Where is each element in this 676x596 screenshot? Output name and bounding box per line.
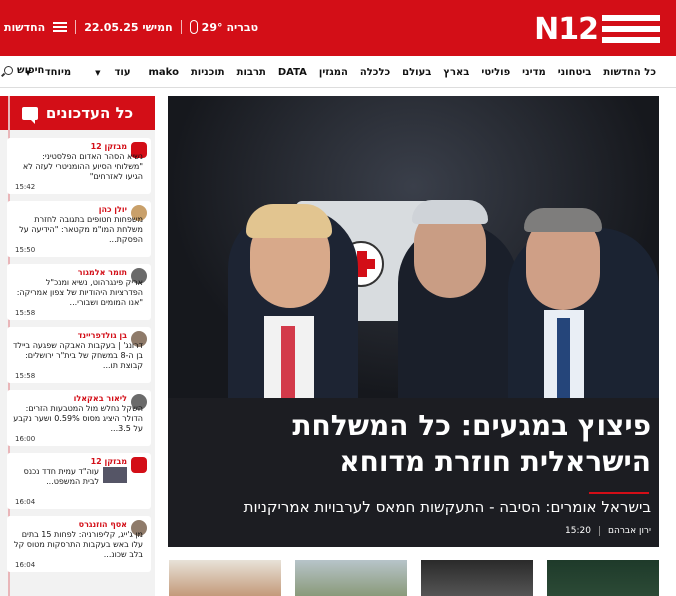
nav-item-security[interactable]: ביטחוני <box>552 67 598 78</box>
hero-meta: ירון אברהם 15:20 <box>565 526 651 536</box>
article-thumbnail[interactable] <box>169 560 281 596</box>
chat-bubble-icon <box>21 106 38 124</box>
update-author: ליאור באקאלו <box>73 394 127 403</box>
menu-button[interactable]: החדשות <box>4 20 68 34</box>
chevron-down-icon: ▼ <box>95 68 101 77</box>
update-text: מן ג'ייג, קליפורניה: לפחות 15 בתים עלו ב… <box>14 530 143 559</box>
update-item[interactable]: תומר אלמגור אריק פינגרהוט, נשיא ומנכ"ל ה… <box>7 264 151 320</box>
logo-text: N12 <box>534 11 599 47</box>
nav-item-more-label: עוד <box>114 66 131 78</box>
top-bar: N12 טבריה 29° חמישי 22.05.25 החדשות <box>0 0 676 56</box>
hero-subtitle: בישראל אומרים: הסיבה - התעקשות חמאס לערב… <box>243 498 651 516</box>
nav-item-world[interactable]: בעולם <box>396 67 437 78</box>
logo-stripes <box>602 15 660 43</box>
sidebar-title: כל העדכונים <box>45 104 134 122</box>
menu-label: החדשות <box>4 20 46 34</box>
update-text: אריק פינגרהוט, נשיא ומנכ"ל הפדרציות היהו… <box>16 278 143 307</box>
update-text: נשיא הסהר האדום הפלסטיני: "משלוחי הסיוע … <box>22 152 143 181</box>
update-text: השקל נחלש מול המטבעות הזרים: הדולר היציג… <box>13 404 143 433</box>
search-label: חיפוש <box>17 65 45 76</box>
hair <box>524 208 602 232</box>
nav-item-all-news[interactable]: כל החדשות <box>597 67 662 78</box>
update-item[interactable]: מבזקן 12 עוה"ד עמית חדד נכנס לבית המשפט.… <box>7 453 151 509</box>
update-author: מבזקן 12 <box>90 457 127 466</box>
site-logo[interactable]: N12 <box>534 11 660 47</box>
updates-sidebar: כל העדכונים מבזקן 12 נשיא הסהר האדום הפל… <box>0 96 155 596</box>
nav-item-israel[interactable]: בארץ <box>437 67 475 78</box>
top-utilities: טבריה 29° חמישי 22.05.25 החדשות <box>4 20 258 34</box>
tie <box>281 326 295 398</box>
hero-author[interactable]: ירון אברהם <box>608 526 651 536</box>
update-time: 16:00 <box>15 435 36 443</box>
nav-item-more[interactable]: עוד ▼ <box>83 67 142 78</box>
hair <box>246 204 332 238</box>
update-time: 15:50 <box>15 246 36 254</box>
weather-widget[interactable]: טבריה 29° <box>189 20 259 34</box>
nav-items: כל החדשות ביטחוני מדיני פוליטי בארץ בעול… <box>13 56 662 88</box>
divider <box>598 526 600 536</box>
avatar <box>131 457 147 473</box>
main-nav: כל החדשות ביטחוני מדיני פוליטי בארץ בעול… <box>0 56 676 88</box>
update-item[interactable]: בן גולדפריינד דרונג' | בעקבות האבקה שפגע… <box>7 327 151 383</box>
update-item[interactable]: ליאור באקאלו השקל נחלש מול המטבעות הזרים… <box>7 390 151 446</box>
article-thumbnail[interactable] <box>295 560 407 596</box>
nav-item-diplomatic[interactable]: מדיני <box>516 67 552 78</box>
current-date: חמישי 22.05.25 <box>84 20 173 34</box>
nav-item-data[interactable]: DATA <box>272 67 313 78</box>
hair <box>412 200 488 224</box>
update-text: עוה"ד עמית חדד נכנס לבית המשפט... <box>23 467 99 486</box>
update-item[interactable]: יולן כהן משפחות חטופים בתגובה לחזרת משלח… <box>7 201 151 257</box>
update-time: 16:04 <box>15 561 36 569</box>
thermometer-icon <box>189 20 198 34</box>
nav-item-economy[interactable]: כלכלה <box>354 67 396 78</box>
update-time: 15:42 <box>15 183 36 191</box>
update-author: אסף הוזנגרס <box>78 520 127 529</box>
update-time: 15:58 <box>15 372 36 380</box>
nav-item-shows[interactable]: תוכניות <box>185 67 231 78</box>
hero-headline[interactable]: פיצוץ במגעים: כל המשלחת הישראלית חוזרת מ… <box>176 408 651 480</box>
hero-time: 15:20 <box>565 526 591 536</box>
video-thumbnail[interactable] <box>103 467 127 483</box>
hero-article[interactable]: פיצוץ במגעים: כל המשלחת הישראלית חוזרת מ… <box>168 96 659 547</box>
update-time: 16:04 <box>15 498 36 506</box>
article-thumbnail[interactable] <box>421 560 533 596</box>
nav-item-political[interactable]: פוליטי <box>475 67 516 78</box>
search-button[interactable]: חיפוש <box>4 65 44 76</box>
weather-temp: 29° <box>201 20 223 34</box>
divider <box>180 20 182 34</box>
article-thumbnail[interactable] <box>547 560 659 596</box>
update-text: דרונג' | בעקבות האבקה שפגעה ביילד בן ה-8… <box>13 341 143 370</box>
article-thumbnails <box>168 560 659 596</box>
sidebar-header[interactable]: כל העדכונים <box>0 96 155 130</box>
tie <box>557 318 570 398</box>
nav-item-mako[interactable]: mako <box>143 67 185 78</box>
weather-city: טבריה <box>226 20 259 34</box>
update-author: מבזקן 12 <box>90 142 127 151</box>
update-item[interactable]: מבזקן 12 נשיא הסהר האדום הפלסטיני: "משלו… <box>7 138 151 194</box>
hero-image <box>168 96 659 398</box>
search-icon <box>4 66 13 75</box>
update-author: יולן כהן <box>98 205 127 214</box>
update-text: משפחות חטופים בתגובה לחזרת משלחת המו"מ מ… <box>19 215 143 244</box>
hamburger-icon <box>53 22 68 32</box>
divider <box>75 20 77 34</box>
nav-item-culture[interactable]: תרבות <box>231 67 272 78</box>
update-item[interactable]: אסף הוזנגרס מן ג'ייג, קליפורניה: לפחות 1… <box>7 516 151 572</box>
update-author: תומר אלמגור <box>77 268 127 277</box>
nav-item-special-label: מיוחד <box>44 66 72 78</box>
update-author: בן גולדפריינד <box>77 331 127 340</box>
update-time: 15:58 <box>15 309 36 317</box>
accent-line <box>589 492 649 494</box>
nav-item-magazine[interactable]: המגזין <box>313 67 354 78</box>
